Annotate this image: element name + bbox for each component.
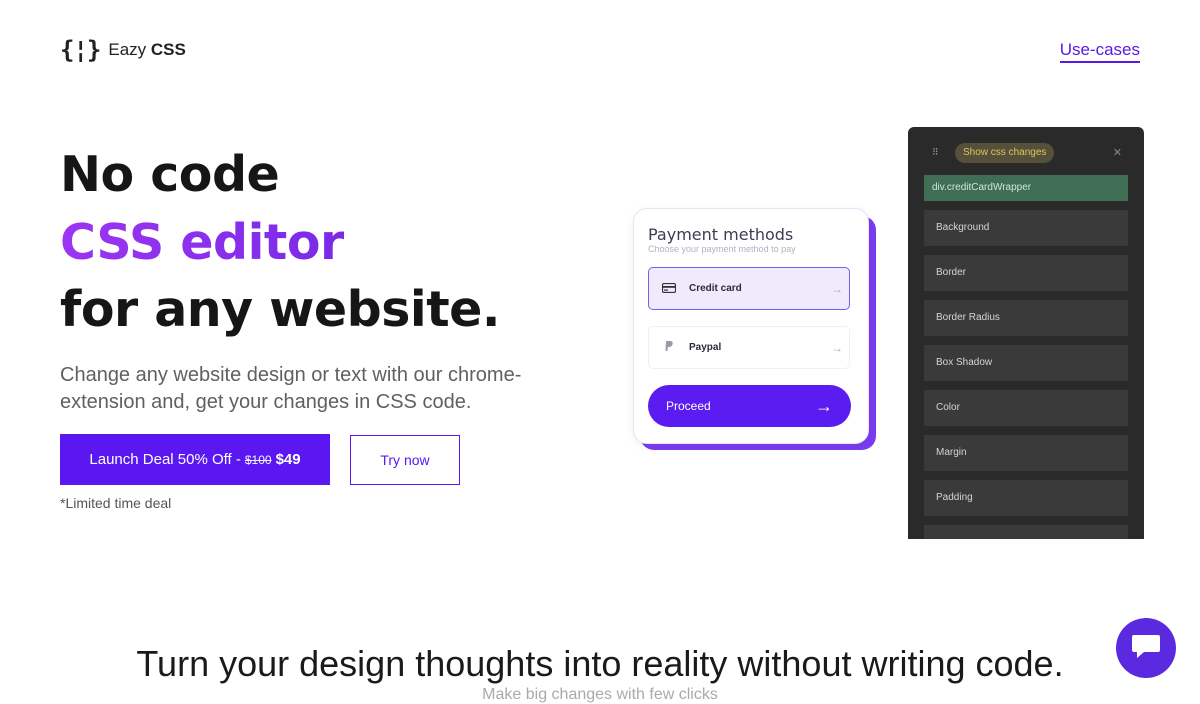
property-color[interactable]: Color [924,390,1128,426]
logo-icon: {¦} [60,36,101,64]
payment-option-label: Paypal [689,342,722,353]
property-margin[interactable]: Margin [924,435,1128,471]
logo[interactable]: {¦} Eazy CSS [60,36,186,64]
css-editor-panel: ⠿ Show css changes ✕ div.creditCardWrapp… [908,127,1144,539]
show-css-changes-button[interactable]: Show css changes [955,143,1055,163]
arrow-right-icon: → [831,281,843,296]
drag-handle-icon[interactable]: ⠿ [932,147,940,158]
property-border[interactable]: Border [924,255,1128,291]
property-background[interactable]: Background [924,210,1128,246]
nav-link-use-cases[interactable]: Use-cases [1059,40,1140,63]
proceed-button[interactable]: Proceed → [648,385,851,427]
payment-card-subtitle: Choose your payment method to pay [648,244,796,254]
payment-option-label: Credit card [689,283,742,294]
payment-option-credit-card[interactable]: Credit card → [648,267,850,310]
hero-subtitle: Change any website design or text with o… [60,364,522,413]
logo-text-light: Eazy [108,40,147,59]
property-row-partial [924,525,1128,539]
logo-text-bold: CSS [150,40,186,59]
payment-option-paypal[interactable]: Paypal → [648,326,850,369]
section-title: Turn your design thoughts into reality w… [136,643,1064,684]
panel-header: ⠿ Show css changes ✕ [908,141,1144,167]
hero-heading-line-1: No code [60,146,280,203]
chat-button[interactable] [1116,618,1176,678]
close-icon[interactable]: ✕ [1113,146,1122,159]
launch-deal-label: Launch Deal 50% Off - [89,451,241,468]
proceed-label: Proceed [666,399,711,413]
hero-heading-line-2: CSS editor [60,214,344,271]
chat-bubble-icon [1130,632,1162,665]
old-price: $100 [244,452,272,467]
logo-text: Eazy CSS [108,40,186,60]
paypal-icon [649,340,689,355]
launch-deal-button[interactable]: Launch Deal 50% Off - $100 $49 [60,434,330,485]
payment-card-title: Payment methods [648,225,794,244]
arrow-right-icon: → [815,395,833,416]
try-now-button[interactable]: Try now [350,435,460,485]
property-box-shadow[interactable]: Box Shadow [924,345,1128,381]
credit-card-icon [649,282,689,296]
deal-price: $49 [275,451,301,468]
section-subtitle: Make big changes with few clicks [482,686,718,703]
element-selector[interactable]: div.creditCardWrapper [924,175,1128,201]
hero-heading-line-3: for any website. [60,281,500,338]
property-border-radius[interactable]: Border Radius [924,300,1128,336]
arrow-right-icon: → [831,340,843,355]
limited-deal-note: *Limited time deal [60,495,172,511]
property-padding[interactable]: Padding [924,480,1128,516]
